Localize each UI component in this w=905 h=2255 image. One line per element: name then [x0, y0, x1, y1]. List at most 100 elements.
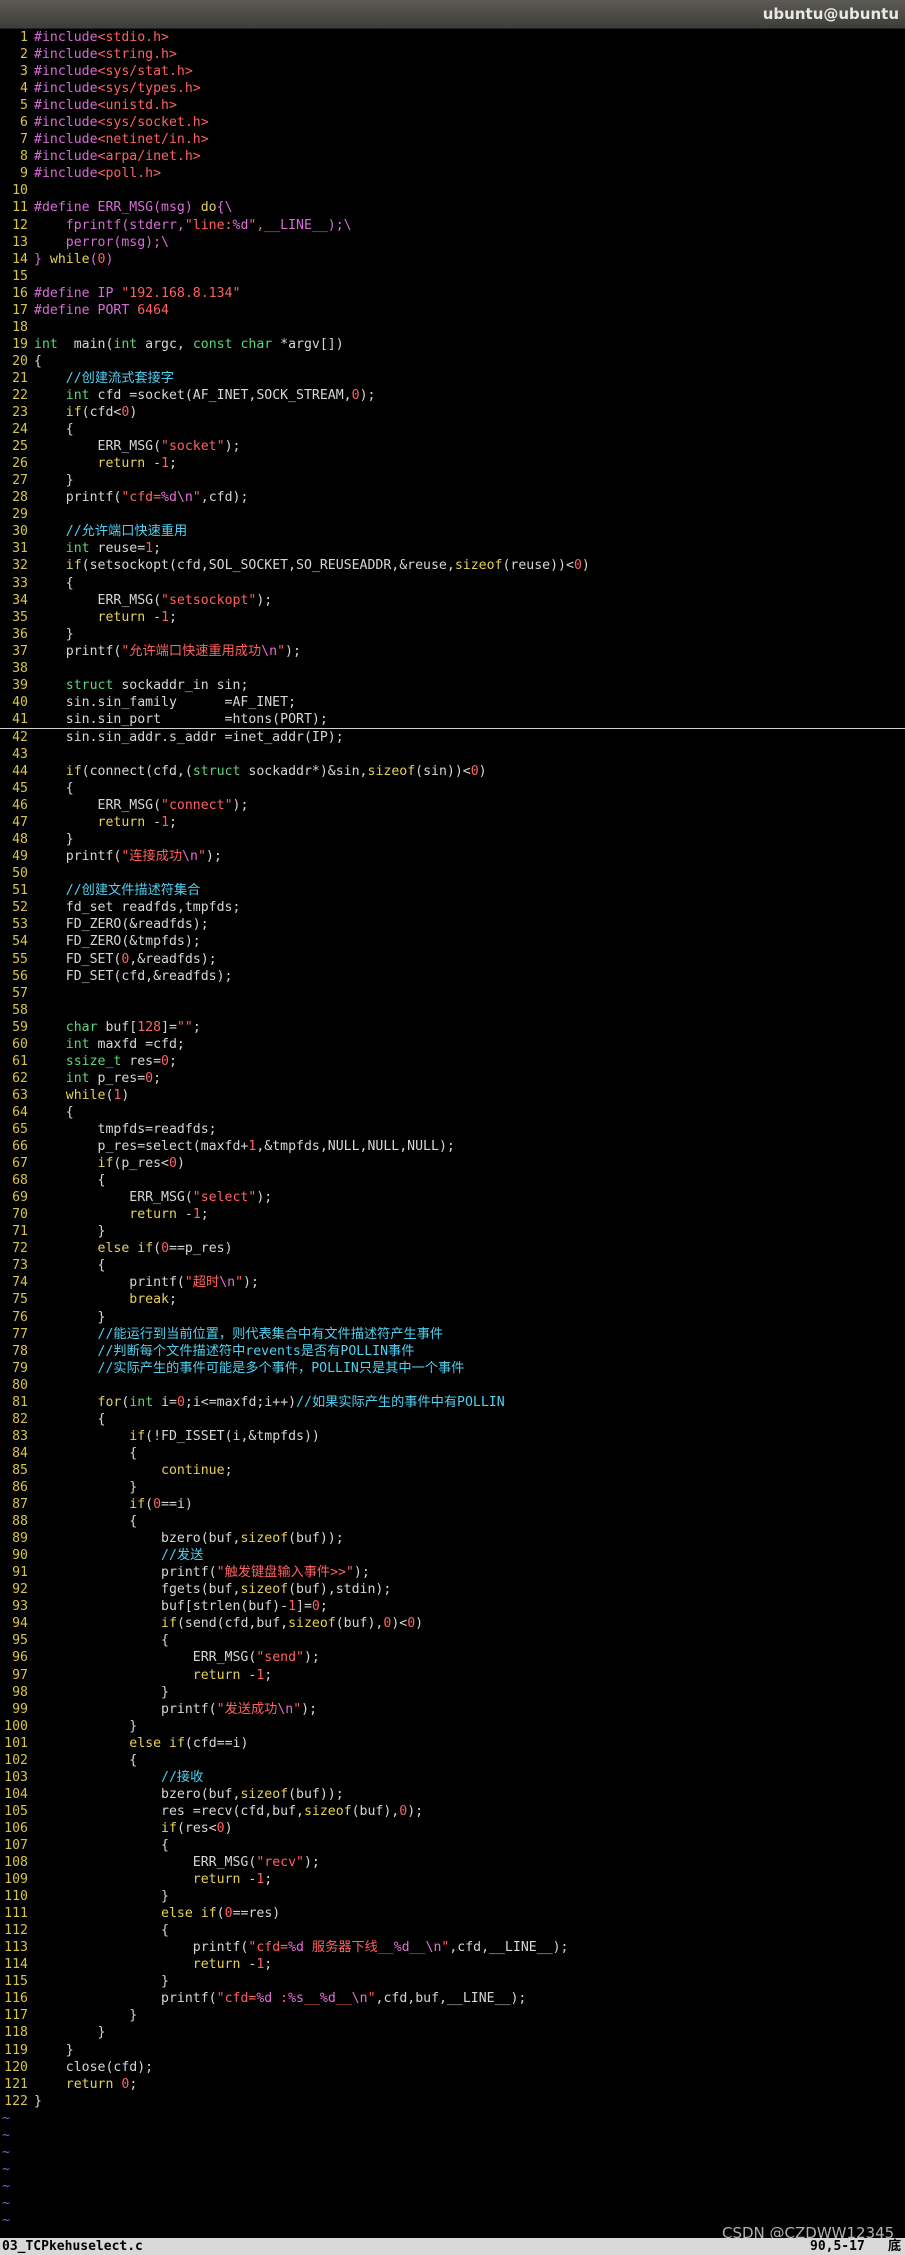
code-line[interactable]: 97 return -1;	[0, 1667, 905, 1684]
code-line[interactable]: 92 fgets(buf,sizeof(buf),stdin);	[0, 1581, 905, 1598]
code-line[interactable]: 79 //实际产生的事件可能是多个事件，POLLIN只是其中一个事件	[0, 1360, 905, 1377]
code-line[interactable]: 28 printf("cfd=%d\n",cfd);	[0, 489, 905, 506]
code-line[interactable]: 112 {	[0, 1922, 905, 1939]
code-line[interactable]: 74 printf("超时\n");	[0, 1274, 905, 1291]
code-line[interactable]: 47 return -1;	[0, 814, 905, 831]
code-line[interactable]: 17 #define PORT 6464	[0, 302, 905, 319]
code-line[interactable]: 1 #include<stdio.h>	[0, 29, 905, 46]
code-line[interactable]: 59 char buf[128]="";	[0, 1019, 905, 1036]
code-line[interactable]: 33 {	[0, 575, 905, 592]
code-line[interactable]: 78 //判断每个文件描述符中revents是否有POLLIN事件	[0, 1343, 905, 1360]
code-line[interactable]: 2 #include<string.h>	[0, 46, 905, 63]
code-line[interactable]: 29	[0, 506, 905, 523]
code-line[interactable]: 81 for(int i=0;i<=maxfd;i++)//如果实际产生的事件中…	[0, 1394, 905, 1411]
code-line[interactable]: 72 else if(0==p_res)	[0, 1240, 905, 1257]
code-line[interactable]: 61 ssize_t res=0;	[0, 1053, 905, 1070]
code-line[interactable]: 46 ERR_MSG("connect");	[0, 797, 905, 814]
code-editor[interactable]: 1 #include<stdio.h> 2 #include<string.h> 3 #i…	[0, 29, 905, 2229]
code-line[interactable]: 121 return 0;	[0, 2076, 905, 2093]
code-line[interactable]: 96 ERR_MSG("send");	[0, 1649, 905, 1666]
code-line[interactable]: 27 }	[0, 472, 905, 489]
code-line[interactable]: 104 bzero(buf,sizeof(buf));	[0, 1786, 905, 1803]
code-line[interactable]: 113 printf("cfd=%d 服务器下线__%d__\n",cfd,__…	[0, 1939, 905, 1956]
code-line[interactable]: 101 else if(cfd==i)	[0, 1735, 905, 1752]
code-line[interactable]: 48 }	[0, 831, 905, 848]
code-line[interactable]: 84 {	[0, 1445, 905, 1462]
code-line[interactable]: 58	[0, 1002, 905, 1019]
code-line[interactable]: 88 {	[0, 1513, 905, 1530]
code-line[interactable]: 32 if(setsockopt(cfd,SOL_SOCKET,SO_REUSE…	[0, 557, 905, 574]
code-line[interactable]: 93 buf[strlen(buf)-1]=0;	[0, 1598, 905, 1615]
code-line[interactable]: 89 bzero(buf,sizeof(buf));	[0, 1530, 905, 1547]
code-line[interactable]: 3 #include<sys/stat.h>	[0, 63, 905, 80]
code-line[interactable]: 77 //能运行到当前位置，则代表集合中有文件描述符产生事件	[0, 1326, 905, 1343]
code-line[interactable]: 67 if(p_res<0)	[0, 1155, 905, 1172]
code-line[interactable]: 12 fprintf(stderr,"line:%d",__LINE__);\	[0, 217, 905, 234]
code-line[interactable]: 50	[0, 865, 905, 882]
code-line[interactable]: 4 #include<sys/types.h>	[0, 80, 905, 97]
code-line[interactable]: 21 //创建流式套接字	[0, 370, 905, 387]
code-line[interactable]: 83 if(!FD_ISSET(i,&tmpfds))	[0, 1428, 905, 1445]
code-line[interactable]: 60 int maxfd =cfd;	[0, 1036, 905, 1053]
code-line[interactable]: 87 if(0==i)	[0, 1496, 905, 1513]
code-line[interactable]: 19 int main(int argc, const char *argv[])	[0, 336, 905, 353]
code-line[interactable]: 95 {	[0, 1632, 905, 1649]
code-line[interactable]: 105 res =recv(cfd,buf,sizeof(buf),0);	[0, 1803, 905, 1820]
code-line[interactable]: 54 FD_ZERO(&tmpfds);	[0, 933, 905, 950]
code-line[interactable]: 109 return -1;	[0, 1871, 905, 1888]
code-line[interactable]: 39 struct sockaddr_in sin;	[0, 677, 905, 694]
code-line[interactable]: 51 //创建文件描述符集合	[0, 882, 905, 899]
code-line[interactable]: 30 //允许端口快速重用	[0, 523, 905, 540]
code-line[interactable]: 34 ERR_MSG("setsockopt");	[0, 592, 905, 609]
code-line[interactable]: 68 {	[0, 1172, 905, 1189]
code-line[interactable]: 31 int reuse=1;	[0, 540, 905, 557]
code-line[interactable]: 44 if(connect(cfd,(struct sockaddr*)&sin…	[0, 763, 905, 780]
code-line[interactable]: 53 FD_ZERO(&readfds);	[0, 916, 905, 933]
code-line[interactable]: 102 {	[0, 1752, 905, 1769]
code-line[interactable]: 122}	[0, 2093, 905, 2110]
code-line[interactable]: 120 close(cfd);	[0, 2059, 905, 2076]
code-line[interactable]: 26 return -1;	[0, 455, 905, 472]
code-line[interactable]: 41 sin.sin_port =htons(PORT);	[0, 711, 905, 729]
code-line[interactable]: 9 #include<poll.h>	[0, 165, 905, 182]
code-line[interactable]: 85 continue;	[0, 1462, 905, 1479]
code-line[interactable]: 6 #include<sys/socket.h>	[0, 114, 905, 131]
code-line[interactable]: 8 #include<arpa/inet.h>	[0, 148, 905, 165]
code-line[interactable]: 91 printf("触发键盘输入事件>>");	[0, 1564, 905, 1581]
code-line[interactable]: 64 {	[0, 1104, 905, 1121]
code-line[interactable]: 55 FD_SET(0,&readfds);	[0, 951, 905, 968]
code-line[interactable]: 37 printf("允许端口快速重用成功\n");	[0, 643, 905, 660]
code-line[interactable]: 52 fd_set readfds,tmpfds;	[0, 899, 905, 916]
code-line[interactable]: 43	[0, 746, 905, 763]
code-line[interactable]: 69 ERR_MSG("select");	[0, 1189, 905, 1206]
code-line[interactable]: 86 }	[0, 1479, 905, 1496]
code-line[interactable]: 100 }	[0, 1718, 905, 1735]
code-line[interactable]: 70 return -1;	[0, 1206, 905, 1223]
code-line[interactable]: 98 }	[0, 1684, 905, 1701]
code-line[interactable]: 115 }	[0, 1973, 905, 1990]
code-line[interactable]: 71 }	[0, 1223, 905, 1240]
code-line[interactable]: 45 {	[0, 780, 905, 797]
code-line[interactable]: 13 perror(msg);\	[0, 234, 905, 251]
code-line[interactable]: 49 printf("连接成功\n");	[0, 848, 905, 865]
code-line[interactable]: 111 else if(0==res)	[0, 1905, 905, 1922]
code-line[interactable]: 20 {	[0, 353, 905, 370]
code-line[interactable]: 38	[0, 660, 905, 677]
code-line[interactable]: 73 {	[0, 1257, 905, 1274]
code-line[interactable]: 106 if(res<0)	[0, 1820, 905, 1837]
code-line[interactable]: 25 ERR_MSG("socket");	[0, 438, 905, 455]
code-line[interactable]: 16 #define IP "192.168.8.134"	[0, 285, 905, 302]
code-line[interactable]: 57	[0, 985, 905, 1002]
code-line[interactable]: 66 p_res=select(maxfd+1,&tmpfds,NULL,NUL…	[0, 1138, 905, 1155]
code-line[interactable]: 23 if(cfd<0)	[0, 404, 905, 421]
code-line[interactable]: 56 FD_SET(cfd,&readfds);	[0, 968, 905, 985]
code-line[interactable]: 65 tmpfds=readfds;	[0, 1121, 905, 1138]
code-line[interactable]: 42 sin.sin_addr.s_addr =inet_addr(IP);	[0, 729, 905, 746]
code-line[interactable]: 117 }	[0, 2007, 905, 2024]
code-line[interactable]: 10	[0, 182, 905, 199]
code-line[interactable]: 76 }	[0, 1309, 905, 1326]
code-line[interactable]: 103 //接收	[0, 1769, 905, 1786]
code-line[interactable]: 15	[0, 268, 905, 285]
code-line[interactable]: 35 return -1;	[0, 609, 905, 626]
code-line[interactable]: 108 ERR_MSG("recv");	[0, 1854, 905, 1871]
